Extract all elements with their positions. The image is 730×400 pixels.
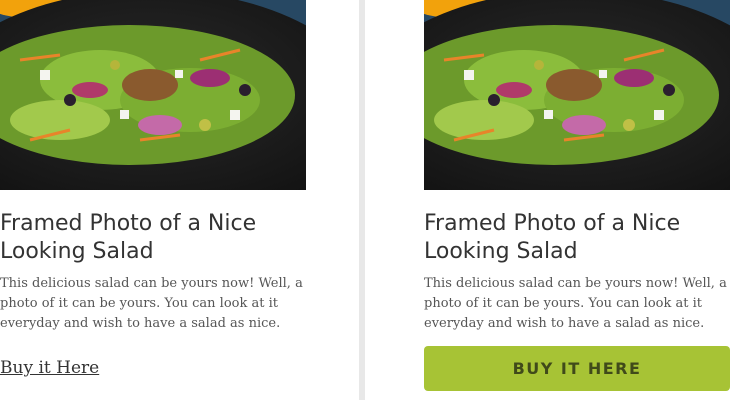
product-title: Framed Photo of a Nice Looking Salad [424, 211, 681, 264]
column-divider [359, 0, 365, 400]
product-title: Framed Photo of a Nice Looking Salad [0, 211, 257, 264]
salad-photo [0, 0, 306, 190]
product-card-1: Framed Photo of a Nice Looking Salad Thi… [0, 0, 306, 378]
buy-link[interactable]: Buy it Here [0, 358, 99, 378]
product-description: This delicious salad can be yours now! W… [0, 276, 303, 331]
product-card-2: Framed Photo of a Nice Looking Salad Thi… [424, 0, 730, 391]
salad-photo [424, 0, 730, 190]
buy-button[interactable]: BUY IT HERE [424, 346, 730, 391]
product-description: This delicious salad can be yours now! W… [424, 276, 727, 331]
